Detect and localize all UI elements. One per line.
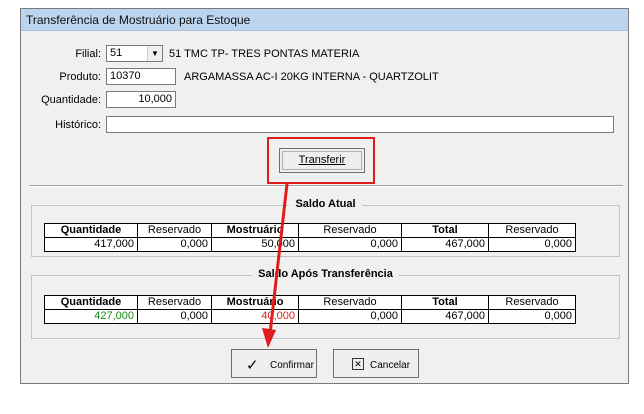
arrow-line	[268, 183, 289, 335]
annotation-arrow	[262, 183, 289, 348]
arrow-head	[262, 328, 276, 348]
